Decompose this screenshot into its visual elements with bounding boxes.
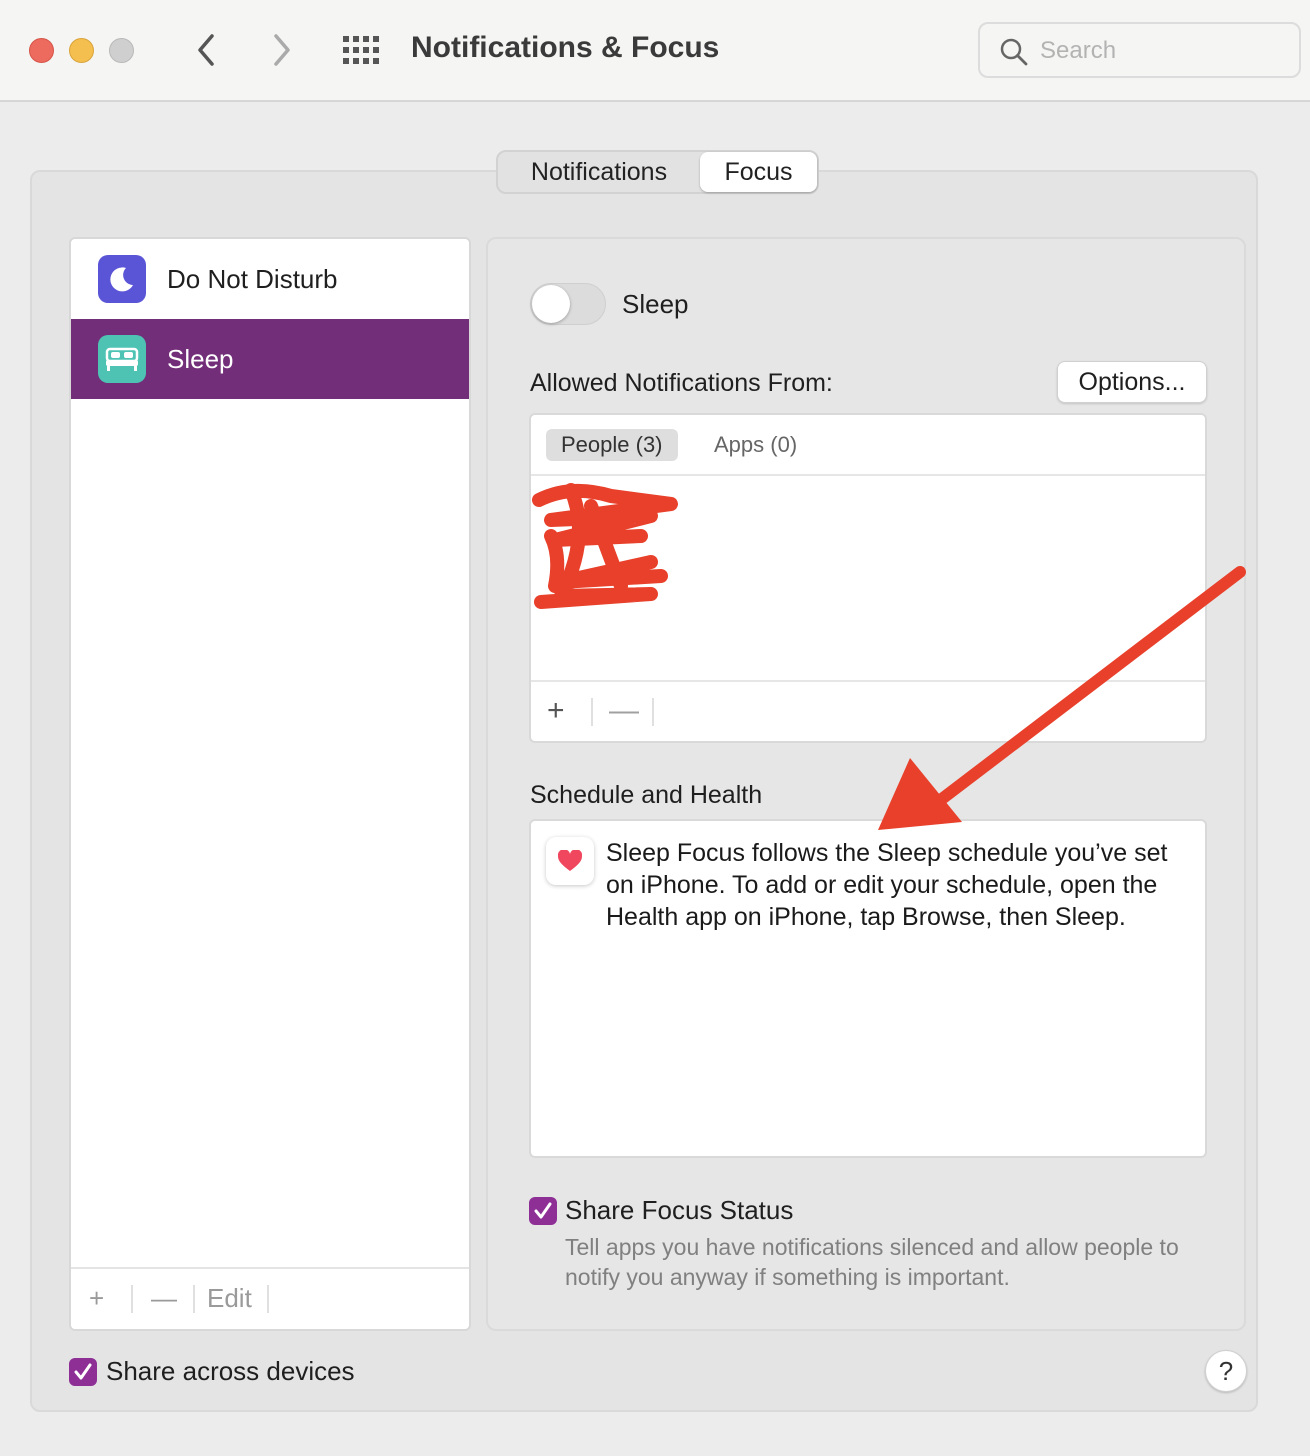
sidebar-item-label: Do Not Disturb	[167, 263, 338, 294]
forward-button[interactable]	[262, 30, 302, 70]
tab-focus[interactable]: Focus	[700, 152, 817, 192]
checkmark-icon	[74, 1363, 92, 1380]
tab-people[interactable]: People (3)	[546, 429, 678, 461]
share-across-devices-checkbox[interactable]	[69, 1358, 97, 1386]
share-across-devices-label: Share across devices	[106, 1356, 355, 1386]
toggle-knob	[532, 285, 570, 323]
remove-focus-button[interactable]: —	[151, 1283, 177, 1314]
add-focus-button[interactable]: +	[89, 1283, 104, 1314]
tab-apps[interactable]: Apps (0)	[714, 429, 797, 461]
sleep-focus-toggle[interactable]	[530, 283, 606, 325]
remove-person-button[interactable]: —	[609, 694, 639, 728]
minimize-window-button[interactable]	[69, 38, 94, 63]
checkmark-icon	[534, 1202, 552, 1219]
chevron-left-icon	[198, 34, 214, 66]
divider	[131, 1285, 133, 1313]
show-all-button[interactable]	[341, 34, 381, 66]
title-bar: Notifications & Focus	[0, 0, 1310, 102]
close-window-button[interactable]	[29, 38, 54, 63]
chevron-right-icon	[274, 34, 290, 66]
zoom-window-button[interactable]	[109, 38, 134, 63]
bed-icon	[98, 335, 146, 383]
divider	[267, 1285, 269, 1313]
window-title: Notifications & Focus	[411, 31, 720, 64]
health-heart-icon	[546, 837, 594, 885]
edit-focus-button[interactable]: Edit	[207, 1283, 252, 1314]
sidebar-footer: + — Edit	[71, 1267, 469, 1329]
back-button[interactable]	[186, 30, 226, 70]
focus-list: Do Not Disturb Sleep + — Edit	[69, 237, 471, 1331]
share-focus-status-description: Tell apps you have notifications silence…	[565, 1234, 1179, 1290]
search-icon	[1000, 38, 1028, 66]
grid-icon	[343, 36, 379, 64]
moon-icon	[98, 255, 146, 303]
divider	[193, 1285, 195, 1313]
share-focus-status-checkbox[interactable]	[529, 1197, 557, 1225]
share-focus-status-label: Share Focus Status	[565, 1195, 794, 1225]
add-person-button[interactable]: +	[547, 694, 565, 728]
tab-bar: Notifications Focus	[496, 150, 819, 194]
divider	[591, 698, 593, 726]
search-field[interactable]	[978, 22, 1301, 78]
schedule-and-health-heading: Schedule and Health	[530, 781, 763, 809]
sidebar-item-sleep[interactable]: Sleep	[71, 319, 469, 399]
sidebar-item-do-not-disturb[interactable]: Do Not Disturb	[71, 239, 469, 319]
search-input[interactable]	[1040, 32, 1290, 70]
help-button[interactable]: ?	[1205, 1350, 1247, 1392]
focus-name-label: Sleep	[622, 289, 689, 319]
divider	[652, 698, 654, 726]
schedule-description: Sleep Focus follows the Sleep schedule y…	[606, 839, 1168, 931]
sidebar-item-label: Sleep	[167, 343, 234, 374]
schedule-info-box: Sleep Focus follows the Sleep schedule y…	[529, 819, 1207, 1158]
allowed-notifications-heading: Allowed Notifications From:	[530, 369, 833, 397]
tab-notifications[interactable]: Notifications	[498, 152, 700, 192]
redaction-scribble	[532, 483, 678, 609]
options-button[interactable]: Options...	[1057, 361, 1207, 403]
annotation-arrow-icon	[878, 566, 1246, 830]
